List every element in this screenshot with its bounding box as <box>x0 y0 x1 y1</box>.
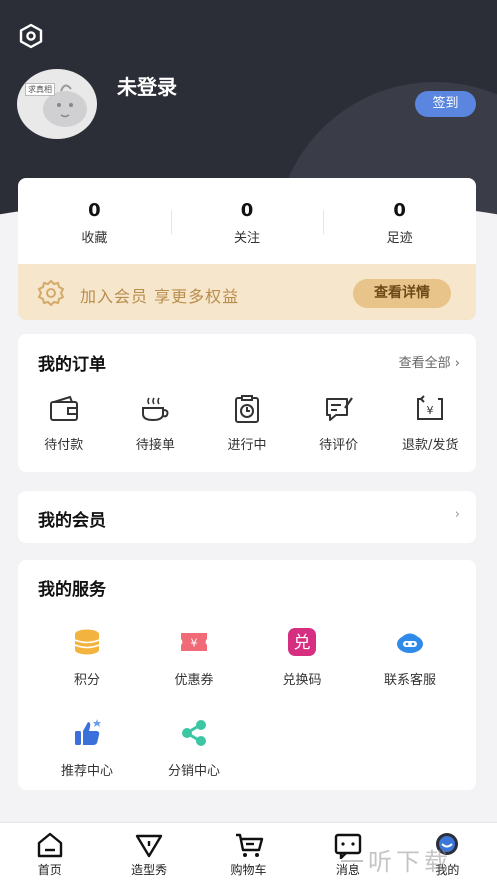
stats-panel: 0 收藏 0 关注 0 足迹 <box>18 178 476 264</box>
clock-clipboard-icon <box>234 395 259 423</box>
username[interactable]: 未登录 <box>117 71 177 100</box>
order-label: 退款/发货 <box>401 438 459 453</box>
coupon-icon: ¥ <box>181 633 207 651</box>
checkin-button[interactable]: 签到 <box>415 91 476 117</box>
order-label: 进行中 <box>227 438 267 453</box>
orders-view-all[interactable]: 查看全部 › <box>399 352 460 371</box>
stat-favorites[interactable]: 0 收藏 <box>18 178 171 264</box>
stat-value: 0 <box>240 200 254 221</box>
tab-show[interactable]: 造型秀 <box>99 823 198 883</box>
service-label: 推荐中心 <box>60 764 113 779</box>
vip-details-button[interactable]: 查看详情 <box>353 279 451 308</box>
service-label: 分销中心 <box>167 764 220 779</box>
stat-following[interactable]: 0 关注 <box>170 178 324 264</box>
settings-icon[interactable] <box>17 22 45 50</box>
service-label: 联系客服 <box>383 673 436 688</box>
tab-home[interactable]: 首页 <box>0 823 99 883</box>
svg-text:¥: ¥ <box>427 404 434 417</box>
share-icon <box>182 720 206 746</box>
watermark: 一听下载 <box>340 848 452 876</box>
thumbs-up-icon <box>75 719 101 745</box>
stat-label: 关注 <box>234 231 261 246</box>
order-status-row: 待付款 待接单 进行中 待评价 ¥ 退款/发货 <box>18 394 476 453</box>
avatar-image <box>43 84 87 127</box>
home-icon <box>37 832 62 858</box>
headset-icon <box>397 633 423 653</box>
service-points[interactable]: 积分 <box>37 627 137 688</box>
tab-label: 购物车 <box>230 863 267 877</box>
service-label: 优惠券 <box>174 673 214 688</box>
vip-banner[interactable]: 加入会员 享更多权益 查看详情 <box>18 264 476 320</box>
services-title: 我的服务 <box>38 580 106 600</box>
order-pending-accept[interactable]: 待接单 <box>110 394 202 453</box>
redeem-glyph: 兑 <box>294 633 311 653</box>
chevron-right-icon: › <box>454 507 460 522</box>
membership-card[interactable]: 我的会员 › <box>18 491 476 543</box>
order-in-progress[interactable]: 进行中 <box>201 394 293 453</box>
vip-text: 加入会员 享更多权益 <box>80 287 240 306</box>
service-referral-center[interactable]: 推荐中心 <box>37 718 137 779</box>
avatar-tag: 求真相 <box>25 83 55 96</box>
orders-title: 我的订单 <box>38 355 106 375</box>
order-label: 待接单 <box>135 438 175 453</box>
tab-cart[interactable]: 购物车 <box>199 823 298 883</box>
view-all-label: 查看全部 <box>398 356 451 371</box>
order-refund[interactable]: ¥ 退款/发货 <box>384 394 476 453</box>
stat-value: 0 <box>393 200 406 221</box>
review-icon <box>325 397 353 421</box>
service-label: 积分 <box>73 673 100 688</box>
tab-label: 首页 <box>37 863 62 877</box>
refund-icon: ¥ <box>417 395 444 420</box>
stat-footprints[interactable]: 0 足迹 <box>323 178 476 264</box>
cup-icon <box>142 397 169 422</box>
tab-label: 造型秀 <box>131 863 168 877</box>
order-pending-review[interactable]: 待评价 <box>293 394 385 453</box>
order-label: 待付款 <box>44 438 84 453</box>
stat-label: 收藏 <box>81 231 108 246</box>
order-pending-payment[interactable]: 待付款 <box>18 394 110 453</box>
stat-value: 0 <box>88 200 101 221</box>
service-redeem-code[interactable]: 兑 兑换码 <box>252 627 352 688</box>
svg-text:¥: ¥ <box>191 637 198 650</box>
services-card: 我的服务 积分 ¥ 优惠券 兑 兑换码 联系客服 推荐中心 分销中心 <box>18 560 476 790</box>
stat-label: 足迹 <box>386 231 413 246</box>
service-distribution-center[interactable]: 分销中心 <box>144 718 244 779</box>
redeem-icon: 兑 <box>288 628 316 656</box>
cart-icon <box>235 833 263 857</box>
service-customer-support[interactable]: 联系客服 <box>360 627 460 688</box>
vip-gear-icon <box>37 279 65 307</box>
coins-icon <box>74 629 100 655</box>
wallet-icon <box>49 395 78 421</box>
membership-title: 我的会员 <box>38 511 106 531</box>
orders-card: 我的订单 查看全部 › 待付款 待接单 进行中 待评价 ¥ 退款/发货 <box>18 334 476 472</box>
show-icon <box>135 834 163 858</box>
order-label: 待评价 <box>319 438 359 453</box>
service-coupons[interactable]: ¥ 优惠券 <box>144 627 244 688</box>
chevron-right-icon: › <box>454 356 460 371</box>
avatar[interactable]: 求真相 <box>17 69 97 139</box>
service-label: 兑换码 <box>282 673 322 688</box>
